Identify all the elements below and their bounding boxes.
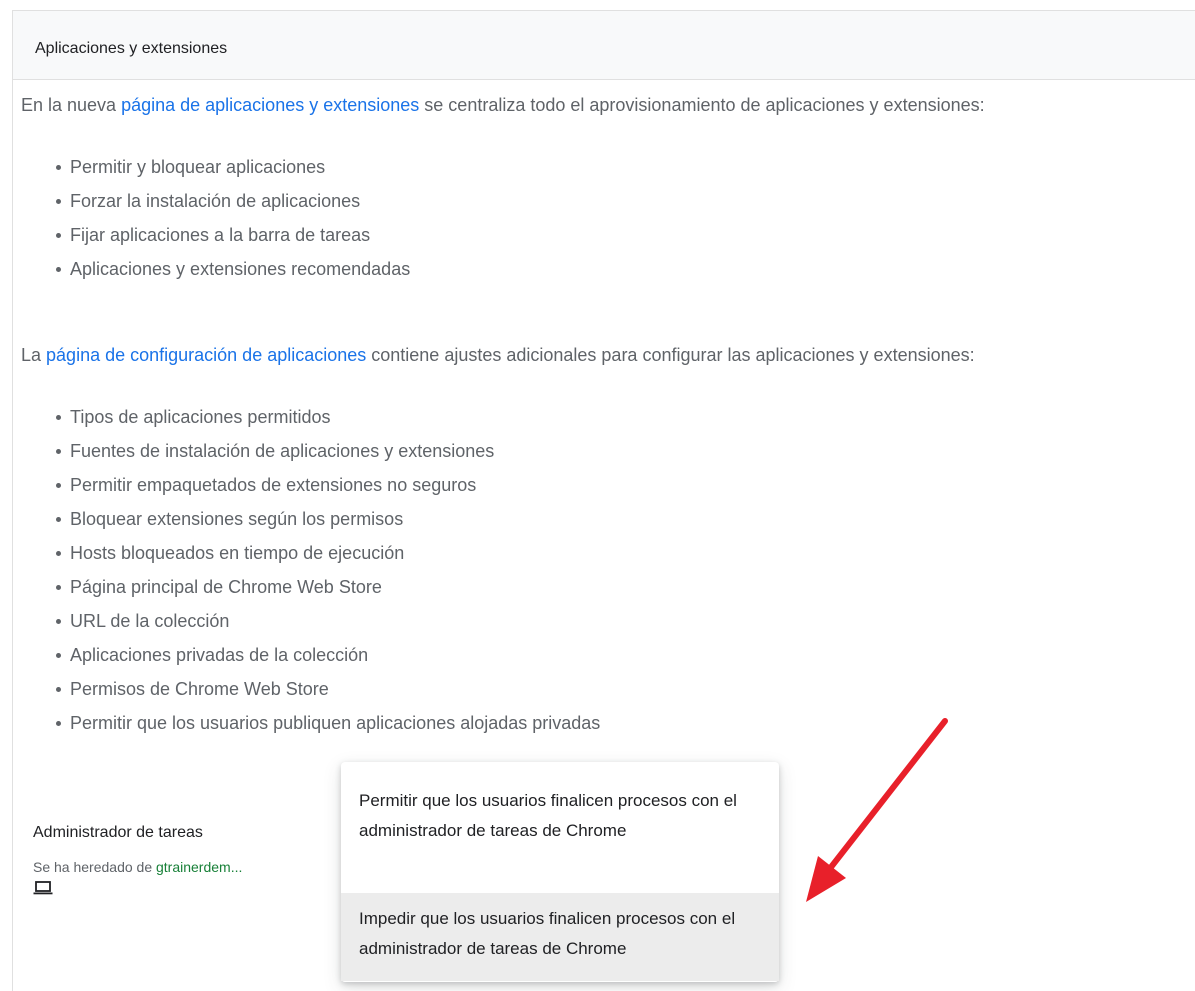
list-item: Aplicaciones y extensiones recomendadas bbox=[55, 252, 410, 286]
red-arrow-annotation bbox=[806, 718, 948, 902]
intro-paragraph: En la nueva página de aplicaciones y ext… bbox=[21, 95, 985, 116]
panel-title: Aplicaciones y extensiones bbox=[35, 40, 228, 57]
intro-text-after: se centraliza todo el aprovisionamiento … bbox=[419, 95, 985, 115]
list-item: URL de la colección bbox=[55, 604, 600, 638]
inherited-org-link[interactable]: gtrainerdem... bbox=[156, 859, 242, 875]
list-item: Forzar la instalación de aplicaciones bbox=[55, 184, 410, 218]
apps-extensions-page-link[interactable]: página de aplicaciones y extensiones bbox=[121, 95, 419, 115]
task-manager-dropdown-menu: Permitir que los usuarios finalicen proc… bbox=[341, 762, 779, 982]
apps-config-page-link[interactable]: página de configuración de aplicaciones bbox=[46, 345, 366, 365]
list-item: Permitir que los usuarios publiquen apli… bbox=[55, 706, 600, 740]
list-item: Permisos de Chrome Web Store bbox=[55, 672, 600, 706]
panel-header: Aplicaciones y extensiones bbox=[13, 11, 1195, 80]
config-text-after: contiene ajustes adicionales para config… bbox=[366, 345, 975, 365]
laptop-icon bbox=[33, 881, 53, 895]
task-manager-setting-title: Administrador de tareas bbox=[33, 824, 203, 841]
option-block-end-processes[interactable]: Impedir que los usuarios finalicen proce… bbox=[341, 893, 779, 981]
config-paragraph: La página de configuración de aplicacion… bbox=[21, 345, 975, 366]
config-page-settings-list: Tipos de aplicaciones permitidos Fuentes… bbox=[55, 400, 600, 740]
list-item: Fijar aplicaciones a la barra de tareas bbox=[55, 218, 410, 252]
list-item: Tipos de aplicaciones permitidos bbox=[55, 400, 600, 434]
option-allow-end-processes[interactable]: Permitir que los usuarios finalicen proc… bbox=[341, 786, 779, 904]
intro-text-before: En la nueva bbox=[21, 95, 122, 115]
config-text-before: La bbox=[21, 345, 47, 365]
list-item: Permitir empaquetados de extensiones no … bbox=[55, 468, 600, 502]
list-item: Hosts bloqueados en tiempo de ejecución bbox=[55, 536, 600, 570]
list-item: Permitir y bloquear aplicaciones bbox=[55, 150, 410, 184]
inherited-prefix: Se ha heredado de bbox=[33, 859, 156, 875]
list-item: Bloquear extensiones según los permisos bbox=[55, 502, 600, 536]
inherited-from: Se ha heredado de gtrainerdem... bbox=[33, 859, 242, 875]
list-item: Aplicaciones privadas de la colección bbox=[55, 638, 600, 672]
apps-page-feature-list: Permitir y bloquear aplicaciones Forzar … bbox=[55, 150, 410, 286]
list-item: Fuentes de instalación de aplicaciones y… bbox=[55, 434, 600, 468]
list-item: Página principal de Chrome Web Store bbox=[55, 570, 600, 604]
